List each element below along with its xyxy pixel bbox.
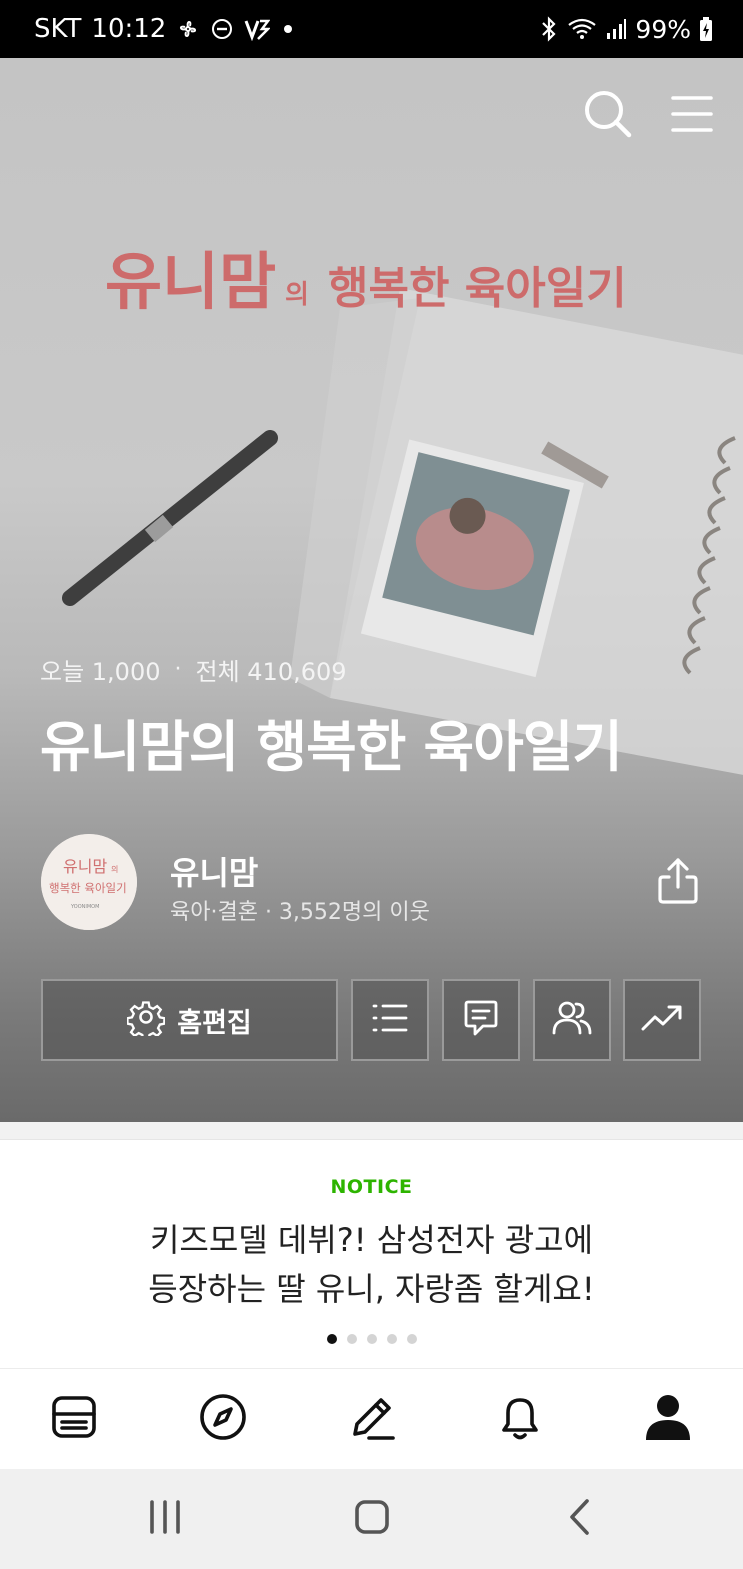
feed-icon bbox=[50, 1394, 98, 1444]
status-left: SKT 10:12 bbox=[34, 0, 296, 58]
bell-icon bbox=[496, 1392, 544, 1446]
wifi-icon bbox=[567, 17, 597, 41]
avatar[interactable]: 유니맘 의 행복한 육아일기 YOONIMOM bbox=[41, 834, 137, 930]
share-icon bbox=[657, 857, 699, 909]
edit-home-button[interactable]: 홈편집 bbox=[41, 979, 338, 1061]
status-right: 99% bbox=[539, 0, 713, 58]
svg-text:유니맘: 유니맘 bbox=[63, 857, 107, 876]
neighbors-button[interactable] bbox=[533, 979, 611, 1061]
status-bar: SKT 10:12 99% bbox=[0, 0, 743, 58]
tab-write[interactable] bbox=[340, 1387, 404, 1451]
tab-profile[interactable] bbox=[636, 1387, 700, 1451]
bluetooth-icon bbox=[539, 16, 559, 42]
battery-charging-icon bbox=[699, 16, 713, 42]
tab-notifications[interactable] bbox=[488, 1387, 552, 1451]
gear-icon bbox=[126, 998, 166, 1043]
notice-line-2: 등장하는 딸 유니, 자랑좀 할게요! bbox=[148, 1270, 595, 1308]
back-icon bbox=[567, 1498, 593, 1540]
tab-feed[interactable] bbox=[42, 1387, 106, 1451]
total-visitors: 전체 410,609 bbox=[195, 658, 347, 686]
guestbook-button[interactable] bbox=[442, 979, 520, 1061]
page-dot-5[interactable] bbox=[406, 1334, 417, 1344]
page-dot-1[interactable] bbox=[326, 1334, 337, 1344]
notice-banner[interactable]: NOTICE 키즈모델 데뷔?! 삼성전자 광고에 등장하는 딸 유니, 자랑좀… bbox=[0, 1140, 743, 1368]
bottom-tab-bar bbox=[0, 1368, 743, 1469]
notice-pagination bbox=[0, 1334, 743, 1344]
visitor-stats: 오늘 1,000 · 전체 410,609 bbox=[40, 652, 347, 687]
banner-logo-text: 유니맘 의 행복한 육아일기 bbox=[105, 245, 627, 318]
notification-dot-icon bbox=[280, 21, 296, 37]
home-icon bbox=[354, 1499, 390, 1539]
back-button[interactable] bbox=[550, 1494, 610, 1544]
svg-text:의: 의 bbox=[111, 864, 118, 874]
svg-text:유니맘: 유니맘 bbox=[105, 245, 276, 318]
notice-line-1: 키즈모델 데뷔?! 삼성전자 광고에 bbox=[149, 1221, 594, 1259]
cover-image: 유니맘 의 행복한 육아일기 bbox=[62, 245, 743, 775]
post-list-button[interactable] bbox=[351, 979, 429, 1061]
trending-up-icon bbox=[641, 1003, 683, 1037]
fan-icon bbox=[176, 17, 200, 41]
notice-text[interactable]: 키즈모델 데뷔?! 삼성전자 광고에 등장하는 딸 유니, 자랑좀 할게요! bbox=[0, 1216, 743, 1314]
person-icon bbox=[644, 1392, 692, 1446]
pen-illustration bbox=[62, 430, 278, 606]
do-not-disturb-icon bbox=[210, 17, 234, 41]
share-button[interactable] bbox=[650, 853, 706, 913]
svg-text:YOONIMOM: YOONIMOM bbox=[70, 904, 99, 910]
today-visitors: 오늘 1,000 bbox=[40, 658, 161, 686]
menu-button[interactable] bbox=[664, 88, 720, 144]
svg-text:행복한 육아일기: 행복한 육아일기 bbox=[328, 263, 627, 314]
people-icon bbox=[552, 999, 592, 1041]
page-dot-4[interactable] bbox=[386, 1334, 397, 1344]
compass-icon bbox=[198, 1392, 248, 1446]
stats-separator: · bbox=[174, 657, 182, 682]
stats-button[interactable] bbox=[623, 979, 701, 1061]
vpn-icon bbox=[244, 17, 271, 41]
blog-cover: 유니맘 의 행복한 육아일기 오늘 1,000 · 전체 410,609 유니맘… bbox=[0, 58, 743, 1122]
owner-name[interactable]: 유니맘 bbox=[170, 848, 258, 894]
battery-percent: 99% bbox=[635, 14, 691, 44]
hamburger-menu-icon bbox=[670, 94, 714, 138]
svg-text:의: 의 bbox=[285, 280, 309, 310]
svg-text:행복한 육아일기: 행복한 육아일기 bbox=[49, 881, 127, 895]
comment-icon bbox=[463, 999, 499, 1041]
recent-apps-button[interactable] bbox=[135, 1494, 195, 1544]
recent-apps-icon bbox=[148, 1499, 182, 1539]
home-button[interactable] bbox=[342, 1494, 402, 1544]
carrier-label: SKT bbox=[34, 14, 82, 44]
edit-home-label: 홈편집 bbox=[177, 1007, 252, 1039]
system-nav-bar bbox=[0, 1469, 743, 1569]
search-icon bbox=[583, 89, 633, 143]
owner-meta: 육아·결혼 · 3,552명의 이웃 bbox=[170, 900, 430, 925]
page-dot-2[interactable] bbox=[346, 1334, 357, 1344]
list-icon bbox=[371, 1002, 409, 1038]
blog-title: 유니맘의 행복한 육아일기 bbox=[40, 715, 623, 779]
tab-explore[interactable] bbox=[191, 1387, 255, 1451]
signal-icon bbox=[605, 18, 627, 40]
page-dot-3[interactable] bbox=[366, 1334, 377, 1344]
pencil-icon bbox=[347, 1392, 397, 1446]
section-divider bbox=[0, 1122, 743, 1140]
avatar-logo: 유니맘 의 행복한 육아일기 YOONIMOM bbox=[41, 834, 137, 930]
search-button[interactable] bbox=[580, 88, 636, 144]
clock: 10:12 bbox=[91, 14, 167, 44]
notice-label: NOTICE bbox=[330, 1176, 413, 1198]
